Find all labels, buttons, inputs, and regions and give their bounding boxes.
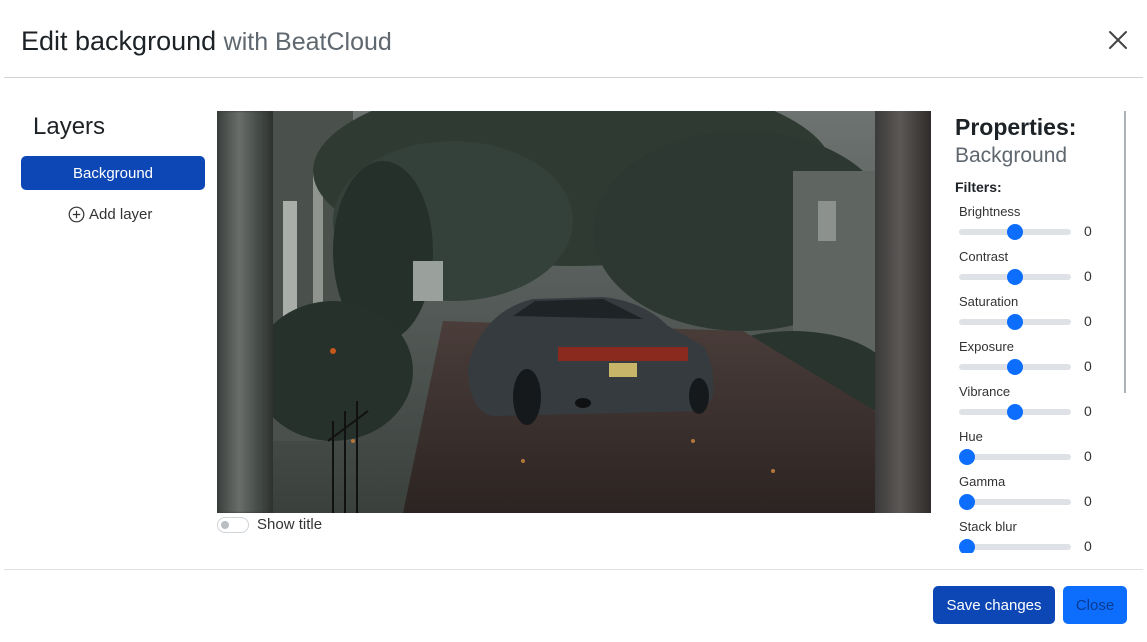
filter-stack-blur: Stack blur 0 — [955, 511, 1125, 553]
background-canvas[interactable] — [217, 111, 931, 513]
modal-header: Edit background with BeatCloud — [4, 0, 1143, 78]
filter-slider-track[interactable] — [959, 454, 1071, 460]
layers-heading: Layers — [33, 113, 106, 140]
filter-slider-thumb[interactable] — [1007, 269, 1023, 285]
show-title-row: Show title — [217, 516, 322, 533]
filter-list: Brightness 0 Contrast 0 Saturation 0 Exposure 0… — [955, 196, 1125, 553]
filter-slider-track[interactable] — [959, 544, 1071, 550]
properties-scrollbar[interactable] — [1124, 111, 1126, 393]
save-changes-button[interactable]: Save changes — [933, 586, 1055, 624]
modal-title: Edit background with BeatCloud — [21, 24, 392, 59]
properties-heading: Properties: — [955, 114, 1077, 140]
show-title-label: Show title — [257, 516, 323, 533]
filter-slider-thumb[interactable] — [1007, 224, 1023, 240]
filter-slider-thumb[interactable] — [1007, 314, 1023, 330]
filter-label: Stack blur — [959, 519, 1017, 534]
canvas-blur-right — [875, 111, 931, 513]
canvas-blur-left — [217, 111, 273, 513]
filter-contrast: Contrast 0 — [955, 241, 1125, 286]
layer-item-background[interactable]: Background — [21, 156, 205, 190]
background-image — [273, 111, 875, 513]
filter-slider-thumb[interactable] — [959, 494, 975, 510]
properties-layer-name: Background — [955, 144, 1068, 167]
filter-slider-thumb[interactable] — [1007, 404, 1023, 420]
filter-value: 0 — [1084, 358, 1092, 374]
modal-title-main: Edit background — [21, 26, 217, 56]
filter-label: Saturation — [959, 294, 1019, 309]
close-icon[interactable] — [1106, 28, 1130, 52]
filter-saturation: Saturation 0 — [955, 286, 1125, 331]
filter-value: 0 — [1084, 268, 1092, 284]
filters-heading: Filters: — [955, 179, 1002, 195]
filter-label: Hue — [959, 429, 983, 444]
filter-label: Vibrance — [959, 384, 1011, 399]
filter-label: Brightness — [959, 204, 1021, 219]
close-button[interactable]: Close — [1063, 586, 1127, 624]
filter-slider-thumb[interactable] — [959, 539, 975, 553]
filter-value: 0 — [1084, 403, 1092, 419]
filter-gamma: Gamma 0 — [955, 466, 1125, 511]
filter-exposure: Exposure 0 — [955, 331, 1125, 376]
filter-label: Gamma — [959, 474, 1006, 489]
add-layer-button[interactable]: Add layer — [68, 206, 152, 223]
filter-vibrance: Vibrance 0 — [955, 376, 1125, 421]
filter-slider-track[interactable] — [959, 499, 1071, 505]
filter-slider-thumb[interactable] — [1007, 359, 1023, 375]
filter-brightness: Brightness 0 — [955, 196, 1125, 241]
show-title-toggle[interactable] — [217, 516, 249, 533]
properties-panel[interactable]: Properties: Background Filters: Brightne… — [955, 111, 1125, 553]
filter-value: 0 — [1084, 493, 1092, 509]
filter-label: Exposure — [959, 339, 1014, 354]
filter-value: 0 — [1084, 223, 1092, 239]
filter-hue: Hue 0 — [955, 421, 1125, 466]
filter-label: Contrast — [959, 249, 1009, 264]
filter-value: 0 — [1084, 538, 1092, 553]
filter-slider-thumb[interactable] — [959, 449, 975, 465]
modal-title-subtitle: with BeatCloud — [223, 28, 392, 56]
filter-value: 0 — [1084, 448, 1092, 464]
add-layer-label: Add layer — [89, 206, 153, 223]
filter-value: 0 — [1084, 313, 1092, 329]
toggle-knob — [221, 520, 229, 529]
plus-circle-icon — [68, 206, 85, 223]
edit-background-modal: Edit background with BeatCloud Layers Ba… — [4, 0, 1143, 640]
